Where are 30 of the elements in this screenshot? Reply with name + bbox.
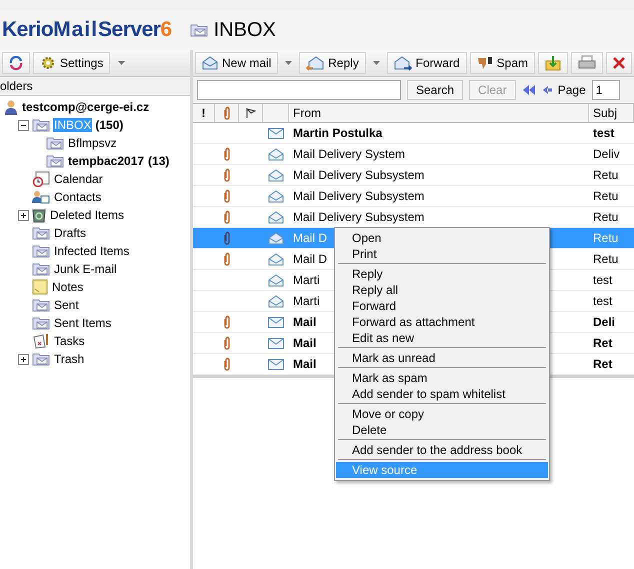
panel-title: olders <box>0 79 33 93</box>
subject: Ret <box>593 336 612 350</box>
subject: Retu <box>593 168 618 182</box>
subject: Ret <box>593 357 612 371</box>
sender: Mail D <box>293 231 328 245</box>
sender: Mail <box>293 357 316 371</box>
sender: Mail Delivery System <box>293 147 406 161</box>
sender: Mail <box>293 336 316 350</box>
sender: Marti <box>293 273 320 287</box>
sender: Mail Delivery Subsystem <box>293 168 424 182</box>
subject: test <box>593 294 612 308</box>
subject: Retu <box>593 231 618 245</box>
unread-count: (13) <box>148 154 170 168</box>
sender: Martin Postulka <box>293 126 382 140</box>
page-label: Page <box>558 83 586 97</box>
sender: Mail <box>293 315 316 329</box>
folder-title: INBOX <box>214 18 276 42</box>
sender: Mail Delivery Subsystem <box>293 189 424 203</box>
subject: test <box>593 126 614 140</box>
subject: Retu <box>593 210 618 224</box>
sender: Mail D <box>293 252 328 266</box>
subject: Retu <box>593 252 618 266</box>
subject: test <box>593 273 612 287</box>
subject: Retu <box>593 189 618 203</box>
sender: Marti <box>293 294 320 308</box>
logo: KerioMailServer6 <box>2 18 172 42</box>
unread-count: (150) <box>95 118 124 132</box>
sender: Mail Delivery Subsystem <box>293 210 424 224</box>
subject: Deliv <box>593 147 620 161</box>
subject: Deli <box>593 315 616 329</box>
